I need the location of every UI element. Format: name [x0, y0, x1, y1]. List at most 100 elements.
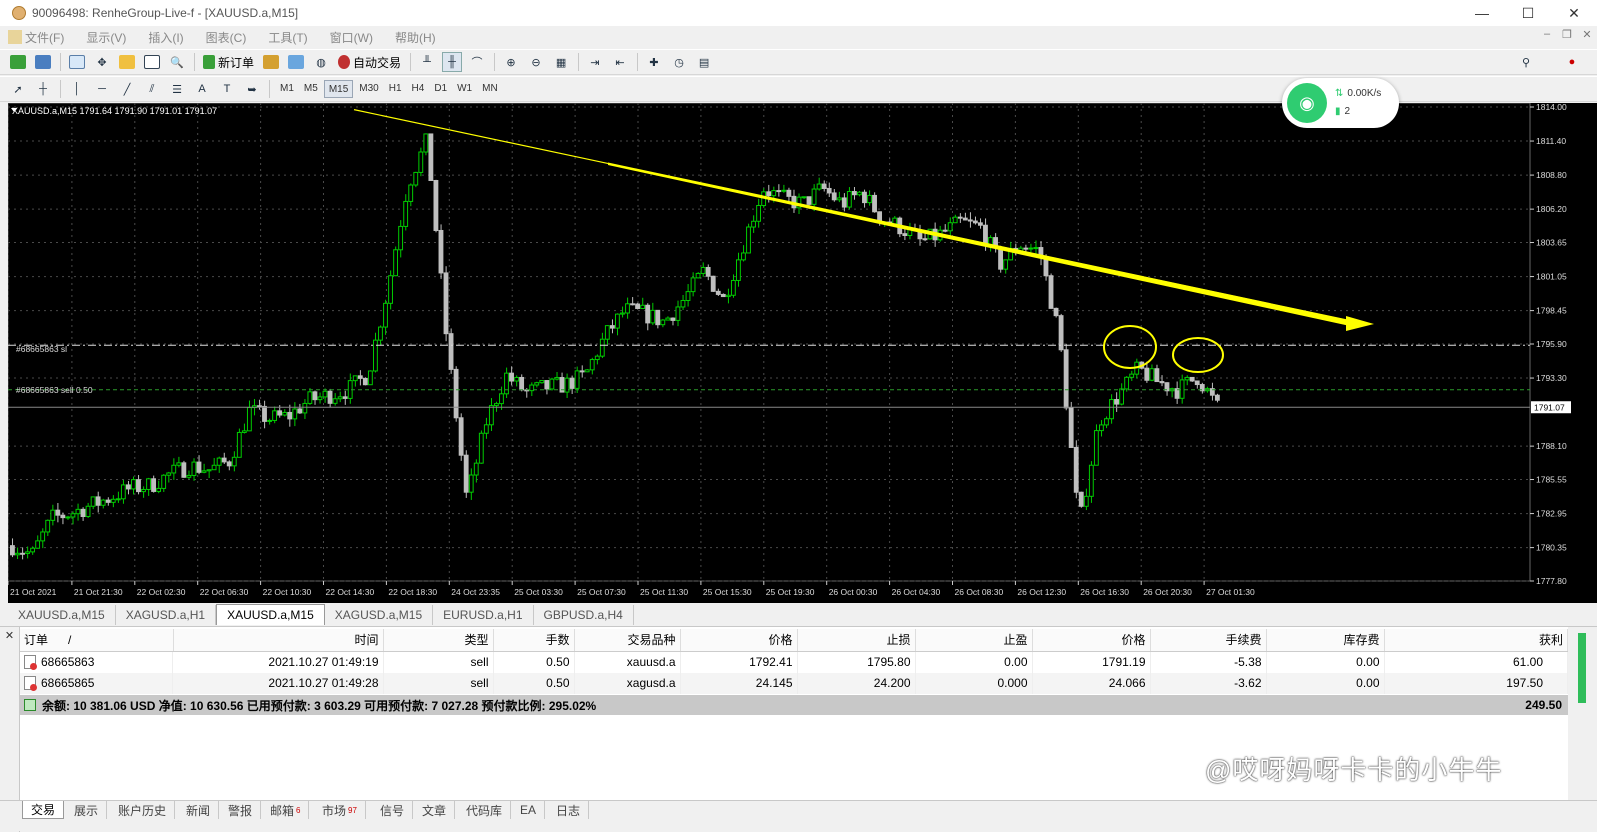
tab-ea[interactable]: EA [512, 801, 546, 819]
navigator-icon[interactable] [117, 52, 137, 72]
candle [156, 487, 162, 492]
periods-clock-icon[interactable]: ◷ [669, 52, 689, 72]
tab-articles[interactable]: 文章 [414, 801, 456, 819]
candle [857, 191, 862, 196]
candle [710, 275, 716, 292]
zoom-in-icon[interactable]: ⊕ [501, 52, 521, 72]
menu-view[interactable]: 显示(V) [86, 29, 126, 46]
chart-tab[interactable]: XAUUSD.a,M15 [8, 605, 116, 625]
templates-icon[interactable]: ▤ [694, 52, 714, 72]
minimize-button[interactable]: — [1459, 0, 1505, 26]
chart-canvas[interactable]: 1814.00 1811.40 1808.80 1806.20 1803.65 1801.… [8, 103, 1597, 603]
autoscroll-icon[interactable]: ⇥ [585, 52, 605, 72]
indicators-icon[interactable]: ✚ [644, 52, 664, 72]
market-watch-icon[interactable] [67, 52, 87, 72]
col-open-price[interactable]: 价格 [680, 629, 798, 652]
bar-chart-icon[interactable]: ╨ [417, 52, 437, 72]
profiles-button[interactable] [33, 52, 53, 72]
arrows-icon[interactable]: ➥ [242, 79, 262, 99]
line-chart-icon[interactable]: ⌒ [467, 52, 487, 72]
tab-trade[interactable]: 交易 [22, 801, 65, 819]
tab-exposure[interactable]: 展示 [66, 801, 108, 819]
tf-h1[interactable]: H1 [385, 80, 406, 98]
tf-m1[interactable]: M1 [276, 80, 298, 98]
candle [1023, 247, 1029, 250]
new-chart-button[interactable] [8, 52, 28, 72]
crosshair-icon[interactable]: ┼ [33, 79, 53, 99]
market-icon[interactable]: ◍ [311, 52, 331, 72]
price-chart[interactable]: 1814.00 1811.40 1808.80 1806.20 1803.65 1801.… [8, 103, 1597, 603]
terminal-window-icon[interactable] [142, 52, 162, 72]
mdi-close-button[interactable]: ✕ [1577, 28, 1597, 44]
signals-icon[interactable] [286, 52, 306, 72]
mdi-restore-button[interactable]: ❐ [1557, 28, 1577, 44]
tf-h4[interactable]: H4 [408, 80, 429, 98]
chart-tab-active[interactable]: XAUUSD.a,M15 [216, 604, 325, 625]
col-sl[interactable]: 止损 [797, 629, 916, 652]
terminal-scrollbar[interactable] [1568, 627, 1597, 801]
col-swap[interactable]: 库存费 [1266, 629, 1385, 652]
mdi-minimize-button[interactable]: ‒ [1537, 28, 1557, 44]
trend-arrow-head [1346, 316, 1374, 332]
col-profit[interactable]: 获利 [1384, 629, 1568, 652]
strategy-tester-icon[interactable]: 🔍 [167, 52, 187, 72]
candle [922, 238, 928, 241]
chart-tab[interactable]: XAGUSD.a,M15 [325, 605, 434, 625]
col-order[interactable]: 订单 / [20, 629, 174, 652]
horizontal-line-icon[interactable]: ─ [92, 79, 112, 99]
candle [826, 187, 832, 194]
tab-mailbox[interactable]: 邮箱 6 [262, 801, 310, 819]
menu-chart[interactable]: 图表(C) [206, 29, 247, 46]
tab-codebase[interactable]: 代码库 [458, 801, 512, 819]
tab-journal[interactable]: 日志 [548, 801, 590, 819]
maximize-button[interactable]: ☐ [1505, 0, 1551, 26]
tf-w1[interactable]: W1 [453, 80, 476, 98]
channel-icon[interactable]: ⫽ [142, 79, 162, 99]
metaeditor-icon[interactable] [261, 52, 281, 72]
menu-file[interactable]: 文件(F) [8, 29, 64, 46]
vertical-line-icon[interactable]: │ [67, 79, 87, 99]
tab-news[interactable]: 新闻 [178, 801, 220, 819]
tf-m30[interactable]: M30 [355, 80, 382, 98]
text-label-icon[interactable]: T [217, 79, 237, 99]
tab-account-history[interactable]: 账户历史 [110, 801, 176, 819]
close-button[interactable]: ✕ [1551, 0, 1597, 26]
tile-windows-icon[interactable]: ▦ [551, 52, 571, 72]
menu-tools[interactable]: 工具(T) [268, 29, 307, 46]
notifications-icon[interactable]: ● [1562, 52, 1582, 72]
col-lots[interactable]: 手数 [493, 629, 575, 652]
tf-m5[interactable]: M5 [300, 80, 322, 98]
cursor-icon[interactable]: ➚ [8, 79, 28, 99]
col-symbol[interactable]: 交易品种 [574, 629, 681, 652]
col-price[interactable]: 价格 [1032, 629, 1151, 652]
text-icon[interactable]: A [192, 79, 212, 99]
tf-d1[interactable]: D1 [430, 80, 451, 98]
trendline-icon[interactable]: ╱ [117, 79, 137, 99]
candlestick-icon[interactable]: ╫ [442, 52, 463, 72]
terminal-close-icon[interactable]: ✕ [0, 629, 19, 642]
col-type[interactable]: 类型 [383, 629, 494, 652]
zoom-out-icon[interactable]: ⊖ [526, 52, 546, 72]
tf-mn[interactable]: MN [478, 80, 502, 98]
col-commission[interactable]: 手续费 [1150, 629, 1267, 652]
new-order-button[interactable]: 新订单 [201, 52, 256, 72]
chart-tab[interactable]: GBPUSD.a,H4 [534, 605, 634, 625]
table-row[interactable]: 68665865 2021.10.27 01:49:28 sell 0.50 x… [20, 672, 1568, 694]
table-row[interactable]: 68665863 2021.10.27 01:49:19 sell 0.50 x… [20, 651, 1568, 673]
fibonacci-icon[interactable]: ☰ [167, 79, 187, 99]
tf-m15[interactable]: M15 [323, 80, 354, 98]
tab-alerts[interactable]: 警报 [220, 801, 262, 819]
tab-signals[interactable]: 信号 [372, 801, 414, 819]
auto-trading-button[interactable]: 自动交易 [336, 52, 403, 72]
menu-window[interactable]: 窗口(W) [330, 29, 373, 46]
col-time[interactable]: 时间 [173, 629, 384, 652]
menu-insert[interactable]: 插入(I) [148, 29, 183, 46]
crosshair-target-icon[interactable]: ✥ [92, 52, 112, 72]
tab-market[interactable]: 市场 97 [314, 801, 366, 819]
col-tp[interactable]: 止盈 [915, 629, 1033, 652]
menu-help[interactable]: 帮助(H) [395, 29, 436, 46]
chart-tab[interactable]: EURUSD.a,H1 [433, 605, 534, 625]
chart-tab[interactable]: XAGUSD.a,H1 [116, 605, 217, 625]
chart-shift-icon[interactable]: ⇤ [610, 52, 630, 72]
search-icon[interactable]: ⚲ [1516, 52, 1536, 72]
